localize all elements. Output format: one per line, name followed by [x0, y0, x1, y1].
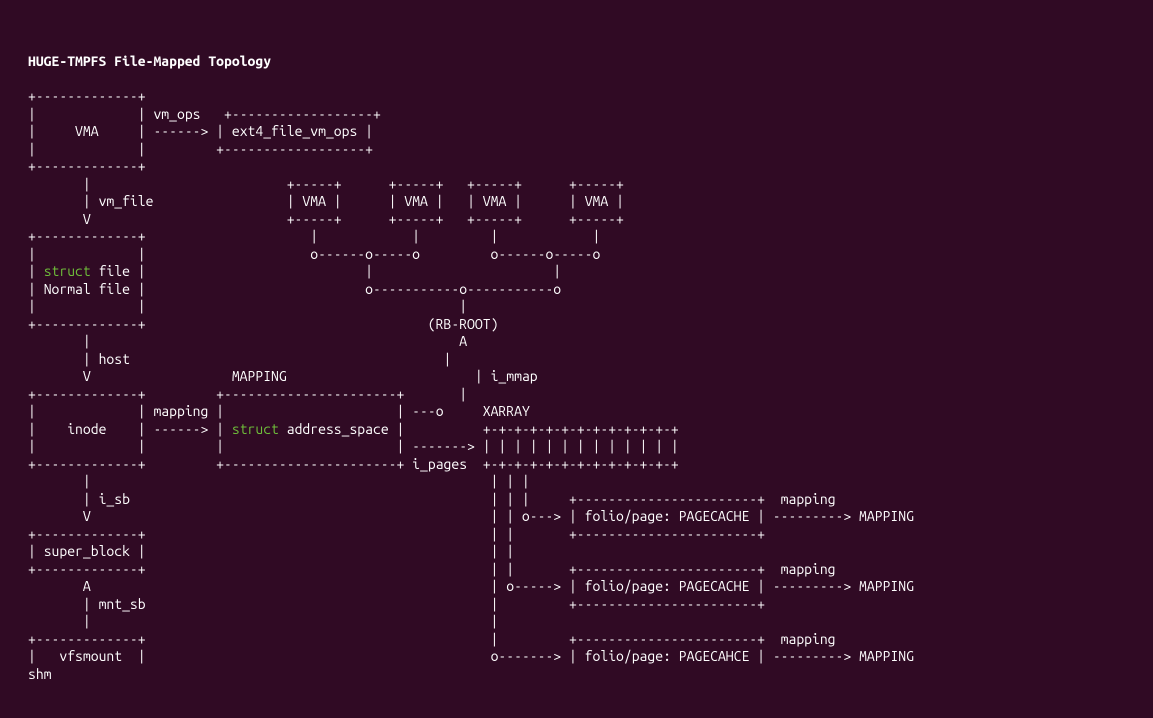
label-i-mmap: i_mmap [491, 368, 538, 384]
label-rb-root: (RB-ROOT) [428, 316, 499, 332]
label-folio-1: folio/page: PAGECACHE [585, 508, 750, 524]
label-vma-1: VMA [302, 193, 326, 209]
label-file: file | [91, 263, 146, 279]
label-normal-file: Normal file [44, 281, 130, 297]
label-vma-2: VMA [404, 193, 428, 209]
label-ext4: ext4_file_vm_ops [232, 123, 357, 139]
label-inode: inode [67, 421, 106, 437]
label-i-pages: i_pages [412, 456, 467, 472]
label-vm-ops: vm_ops [153, 106, 200, 122]
keyword-struct-2: struct [232, 421, 279, 437]
label-super-block: super_block [44, 543, 130, 559]
label-mapping-up-3: MAPPING [859, 648, 914, 664]
label-mapping-2: mapping [781, 561, 836, 577]
label-mapping-up-2: MAPPING [859, 578, 914, 594]
label-host: host [99, 351, 130, 367]
label-mapping-hdr: mapping [153, 403, 208, 419]
label-i-sb: i_sb [99, 491, 130, 507]
label-folio-3: folio/page: PAGECAHCE [585, 648, 750, 664]
label-xarray: XARRAY [483, 403, 530, 419]
label-mapping-3: mapping [781, 631, 836, 647]
label-mnt-sb: mnt_sb [99, 596, 146, 612]
label-mapping-up: MAPPING [232, 368, 287, 384]
label-mapping-1: mapping [781, 491, 836, 507]
label-shm: shm [28, 666, 52, 682]
label-vma: VMA [75, 123, 99, 139]
label-vma-3: VMA [483, 193, 507, 209]
label-addr-space: address_space | [279, 421, 404, 437]
diagram-title: HUGE-TMPFS File-Mapped Topology [28, 53, 271, 69]
label-vfsmount: vfsmount [59, 648, 122, 664]
label-vma-4: VMA [585, 193, 609, 209]
label-folio-2: folio/page: PAGECACHE [585, 578, 750, 594]
label-vm-file: vm_file [99, 193, 154, 209]
label-mapping-up-1: MAPPING [859, 508, 914, 524]
keyword-struct-1: struct [44, 263, 91, 279]
